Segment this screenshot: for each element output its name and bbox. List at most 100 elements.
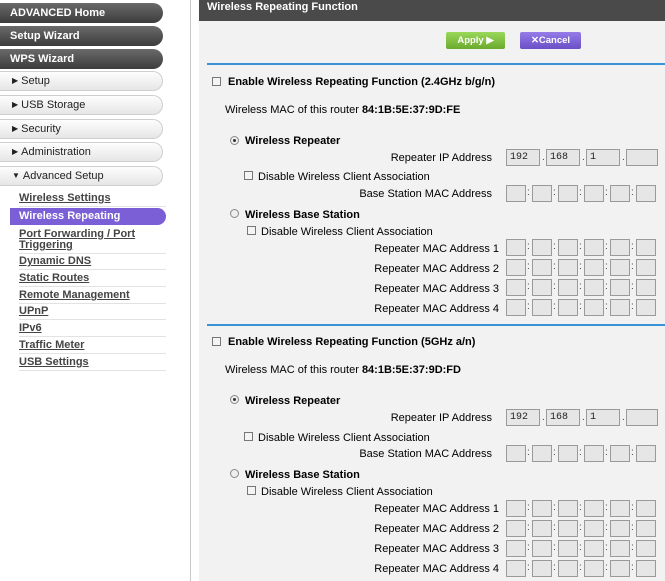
mac-field[interactable] [532, 500, 552, 517]
mac-field[interactable] [610, 520, 630, 537]
mac-field[interactable] [532, 540, 552, 557]
disable-assoc-base-24ghz-checkbox[interactable] [247, 226, 256, 235]
disable-assoc-base-5ghz-checkbox[interactable] [247, 486, 256, 495]
sidebar-item-wireless-settings[interactable]: Wireless Settings [19, 190, 166, 207]
mac-field[interactable] [584, 540, 604, 557]
mac-field[interactable] [610, 560, 630, 577]
mac-field[interactable] [506, 500, 526, 517]
mac-field[interactable] [558, 500, 578, 517]
mac-field[interactable] [636, 500, 656, 517]
repeater-ip-24ghz-octet-4[interactable] [626, 149, 658, 166]
mac-field[interactable] [506, 540, 526, 557]
setup-wizard-button[interactable]: Setup Wizard [0, 26, 163, 46]
mac-field[interactable] [584, 445, 604, 462]
mac-field[interactable] [636, 540, 656, 557]
mac-colon: : [527, 502, 530, 513]
repeater-ip-24ghz-octet-3[interactable]: 1 [586, 149, 620, 166]
repeater-ip-24ghz-octet-2[interactable]: 168 [546, 149, 580, 166]
sidebar-item-usb-settings[interactable]: USB Settings [19, 354, 166, 371]
mac-field[interactable] [584, 500, 604, 517]
mac-field[interactable] [610, 239, 630, 256]
enable-repeating-24ghz-checkbox[interactable] [212, 77, 221, 86]
mac-field[interactable] [506, 279, 526, 296]
repeater-ip-5ghz-octet-3[interactable]: 1 [586, 409, 620, 426]
cancel-button[interactable]: ✕Cancel [520, 32, 581, 49]
enable-repeating-5ghz-checkbox[interactable] [212, 337, 221, 346]
mac-field[interactable] [610, 500, 630, 517]
setup-menu[interactable]: ▶ Setup [0, 71, 163, 91]
mac-field[interactable] [532, 279, 552, 296]
sidebar-item-wireless-repeating[interactable]: Wireless Repeating [10, 208, 166, 225]
mac-field[interactable] [558, 445, 578, 462]
wireless-repeater-5ghz-radio[interactable] [230, 395, 239, 404]
mac-field[interactable] [558, 259, 578, 276]
repeater-ip-5ghz-octet-4[interactable] [626, 409, 658, 426]
wireless-base-station-5ghz-radio[interactable] [230, 469, 239, 478]
apply-button[interactable]: Apply ▶ [446, 32, 505, 49]
sidebar-item-remote-management[interactable]: Remote Management [19, 287, 166, 304]
disable-assoc-repeater-24ghz-checkbox[interactable] [244, 171, 253, 180]
security-menu[interactable]: ▶ Security [0, 119, 163, 139]
mac-field[interactable] [506, 185, 526, 202]
mac-field[interactable] [610, 299, 630, 316]
mac-field[interactable] [558, 279, 578, 296]
usb-storage-menu[interactable]: ▶ USB Storage [0, 95, 163, 115]
mac-colon: : [631, 281, 634, 292]
sidebar-item-upnp[interactable]: UPnP [19, 303, 166, 320]
sidebar-item-traffic-meter[interactable]: Traffic Meter [19, 337, 166, 354]
mac-field[interactable] [584, 520, 604, 537]
mac-field[interactable] [636, 239, 656, 256]
mac-field[interactable] [506, 445, 526, 462]
repeater-ip-24ghz-octet-1[interactable]: 192 [506, 149, 540, 166]
sidebar-item-ipv6[interactable]: IPv6 [19, 320, 166, 337]
mac-field[interactable] [506, 520, 526, 537]
mac-field[interactable] [610, 259, 630, 276]
mac-field[interactable] [532, 185, 552, 202]
mac-field[interactable] [584, 299, 604, 316]
mac-field[interactable] [584, 279, 604, 296]
mac-field[interactable] [532, 445, 552, 462]
mac-field[interactable] [532, 560, 552, 577]
mac-field[interactable] [506, 239, 526, 256]
wireless-base-station-24ghz-radio[interactable] [230, 209, 239, 218]
sidebar-item-static-routes[interactable]: Static Routes [19, 270, 166, 287]
mac-field[interactable] [584, 239, 604, 256]
wireless-repeater-24ghz-radio[interactable] [230, 136, 239, 145]
mac-field[interactable] [610, 540, 630, 557]
sidebar-item-dynamic-dns[interactable]: Dynamic DNS [19, 253, 166, 270]
repeater-ip-5ghz-octet-1[interactable]: 192 [506, 409, 540, 426]
mac-field[interactable] [610, 185, 630, 202]
sidebar-item-port-forwarding-cont[interactable]: Triggering [19, 237, 166, 254]
advanced-home-button[interactable]: ADVANCED Home [0, 3, 163, 23]
mac-field[interactable] [584, 560, 604, 577]
mac-field[interactable] [610, 279, 630, 296]
mac-field[interactable] [558, 239, 578, 256]
mac-field[interactable] [636, 445, 656, 462]
mac-field[interactable] [506, 299, 526, 316]
mac-field[interactable] [532, 299, 552, 316]
mac-field[interactable] [558, 560, 578, 577]
wps-wizard-button[interactable]: WPS Wizard [0, 49, 163, 69]
mac-field[interactable] [506, 560, 526, 577]
mac-field[interactable] [558, 185, 578, 202]
mac-field[interactable] [636, 259, 656, 276]
mac-field[interactable] [636, 560, 656, 577]
mac-field[interactable] [636, 520, 656, 537]
administration-menu[interactable]: ▶ Administration [0, 142, 163, 162]
mac-field[interactable] [558, 540, 578, 557]
mac-field[interactable] [636, 299, 656, 316]
mac-field[interactable] [532, 239, 552, 256]
mac-field[interactable] [532, 520, 552, 537]
mac-field[interactable] [636, 185, 656, 202]
mac-field[interactable] [584, 185, 604, 202]
disable-assoc-repeater-5ghz-checkbox[interactable] [244, 432, 253, 441]
mac-field[interactable] [636, 279, 656, 296]
repeater-ip-5ghz-octet-2[interactable]: 168 [546, 409, 580, 426]
advanced-setup-menu[interactable]: ▼ Advanced Setup [0, 166, 163, 186]
mac-field[interactable] [532, 259, 552, 276]
mac-field[interactable] [558, 299, 578, 316]
mac-field[interactable] [506, 259, 526, 276]
mac-field[interactable] [584, 259, 604, 276]
mac-field[interactable] [558, 520, 578, 537]
mac-field[interactable] [610, 445, 630, 462]
